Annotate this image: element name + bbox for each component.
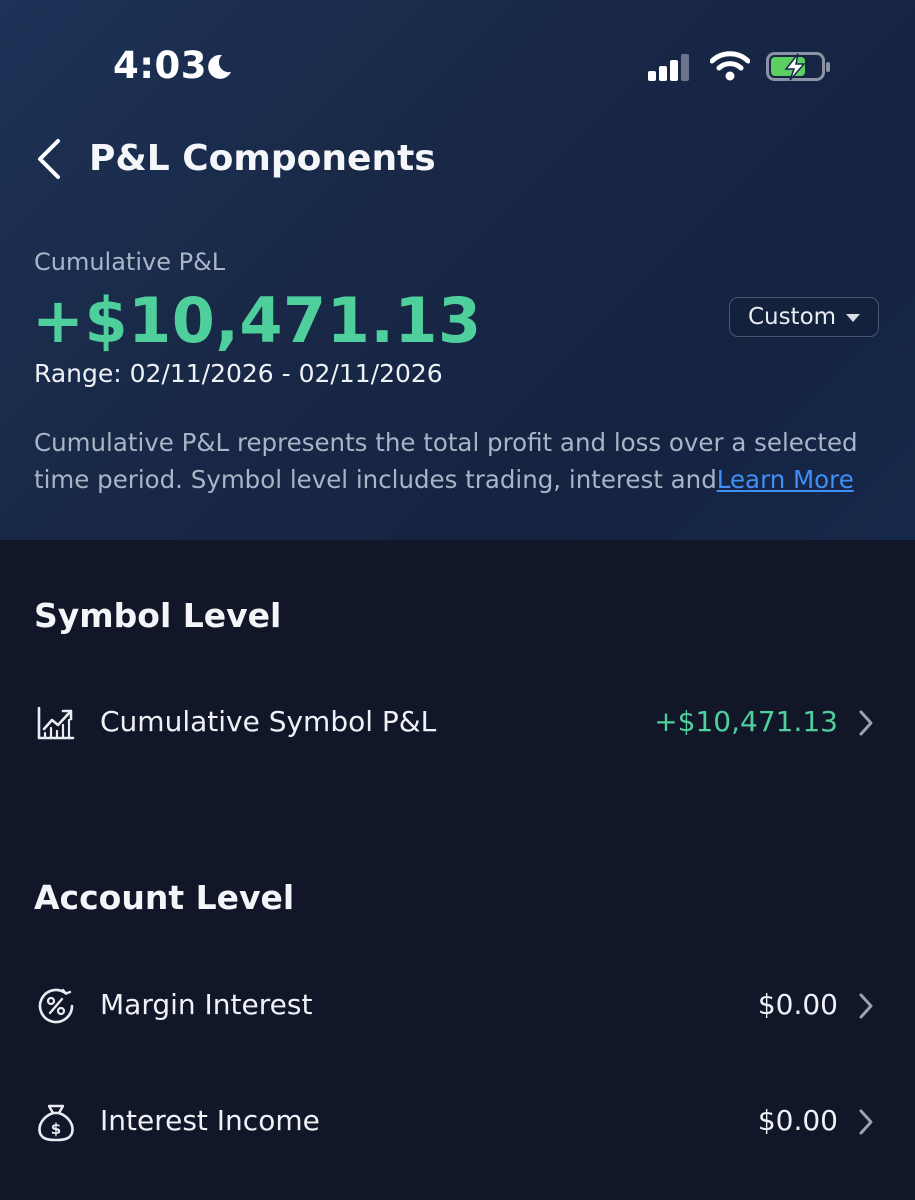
wifi-icon bbox=[710, 51, 750, 81]
page-title: P&L Components bbox=[89, 138, 436, 179]
period-selector-label: Custom bbox=[747, 304, 837, 330]
period-selector-dropdown[interactable]: Custom bbox=[729, 297, 879, 337]
margin-interest-row[interactable]: Margin Interest $0.00 bbox=[0, 976, 915, 1036]
interest-income-row[interactable]: $ Interest Income $0.00 bbox=[0, 1092, 915, 1152]
back-chevron-icon[interactable] bbox=[34, 138, 64, 180]
percent-icon bbox=[38, 988, 74, 1024]
svg-text:$: $ bbox=[51, 1120, 61, 1138]
row-value: +$10,471.13 bbox=[654, 705, 838, 738]
chart-trend-icon bbox=[37, 706, 75, 740]
row-label: Margin Interest bbox=[100, 988, 313, 1021]
cellular-signal-icon bbox=[648, 54, 689, 81]
date-range: Range: 02/11/2026 - 02/11/2026 bbox=[34, 359, 443, 388]
symbol-level-title: Symbol Level bbox=[34, 596, 282, 635]
learn-more-link[interactable]: Learn More bbox=[717, 465, 854, 494]
row-label: Interest Income bbox=[100, 1104, 320, 1137]
account-level-title: Account Level bbox=[34, 878, 295, 917]
money-bag-icon: $ bbox=[38, 1104, 74, 1142]
row-value: $0.00 bbox=[757, 1104, 838, 1137]
battery-charging-icon bbox=[766, 52, 830, 81]
chevron-right-icon bbox=[859, 1109, 873, 1135]
row-label: Cumulative Symbol P&L bbox=[100, 705, 437, 738]
chevron-right-icon bbox=[859, 710, 873, 736]
chevron-right-icon bbox=[859, 993, 873, 1019]
cumulative-pl-value: +$10,471.13 bbox=[32, 284, 482, 357]
moon-icon bbox=[208, 54, 231, 79]
description-text: Cumulative P&L represents the total prof… bbox=[34, 424, 884, 498]
row-value: $0.00 bbox=[757, 988, 838, 1021]
cumulative-pl-label: Cumulative P&L bbox=[34, 248, 226, 276]
cumulative-symbol-pl-row[interactable]: Cumulative Symbol P&L +$10,471.13 bbox=[0, 693, 915, 753]
status-time: 4:03 bbox=[113, 44, 208, 87]
caret-down-icon bbox=[846, 314, 861, 322]
